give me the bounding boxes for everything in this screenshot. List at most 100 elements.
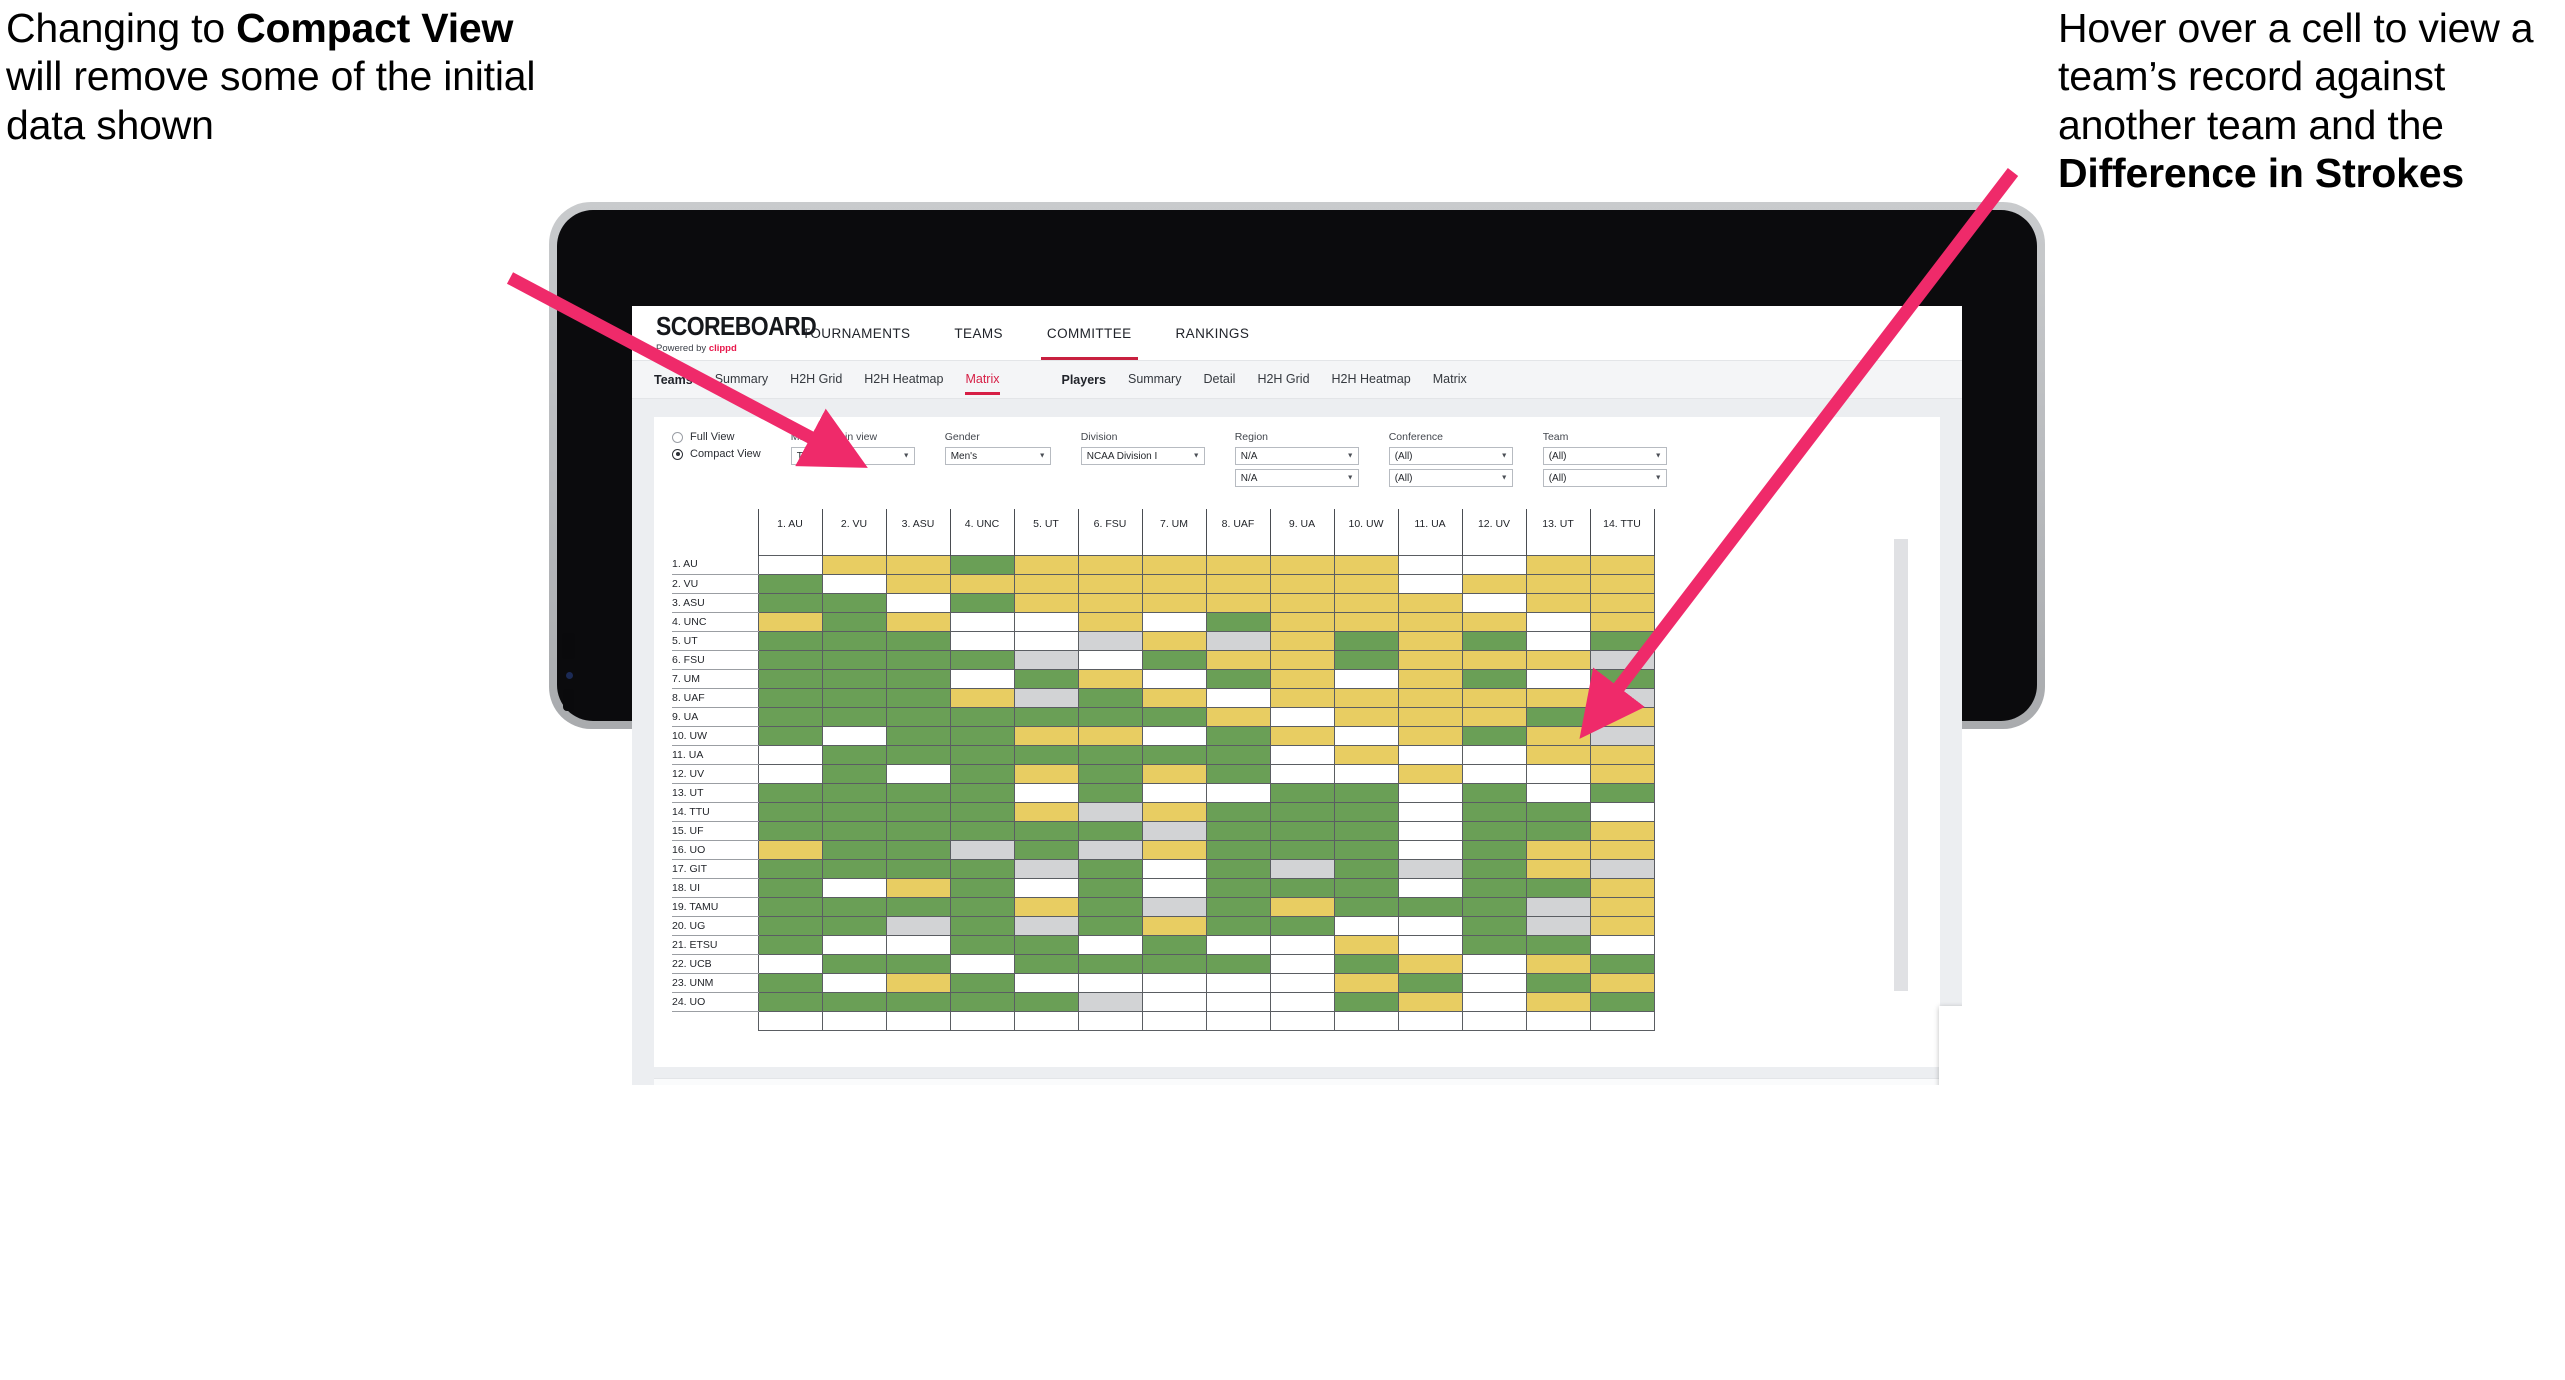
matrix-cell[interactable] — [821, 649, 887, 670]
subnav-players-h2h-grid[interactable]: H2H Grid — [1257, 372, 1309, 388]
matrix-cell[interactable] — [1525, 649, 1591, 670]
matrix-cell[interactable] — [1333, 706, 1399, 727]
topnav-committee[interactable]: COMMITTEE — [1025, 306, 1154, 360]
matrix-cell[interactable] — [949, 744, 1015, 765]
matrix-cell[interactable] — [1269, 820, 1335, 841]
matrix-cell[interactable] — [821, 668, 887, 689]
matrix-cell[interactable] — [1269, 839, 1335, 860]
matrix-cell[interactable] — [1269, 630, 1335, 651]
matrix-cell[interactable] — [1589, 649, 1655, 670]
matrix-cell[interactable] — [1269, 687, 1335, 708]
matrix-cell[interactable] — [1141, 782, 1207, 803]
matrix-cell[interactable] — [1077, 858, 1143, 879]
filter-conference-select-1[interactable]: (All) ▼ — [1388, 447, 1513, 465]
matrix-cell[interactable] — [1205, 649, 1271, 670]
matrix-cell[interactable] — [821, 972, 887, 993]
matrix-cell[interactable] — [1525, 858, 1591, 879]
matrix-cell[interactable] — [1589, 554, 1655, 575]
matrix-cell[interactable] — [1461, 953, 1527, 974]
matrix-cell[interactable] — [1461, 782, 1527, 803]
matrix-cell[interactable] — [1205, 554, 1271, 575]
matrix-cell[interactable] — [1077, 554, 1143, 575]
matrix-cell[interactable] — [949, 972, 1015, 993]
matrix-cell[interactable] — [1205, 877, 1271, 898]
matrix-cell[interactable] — [1013, 820, 1079, 841]
matrix-cell[interactable] — [1525, 820, 1591, 841]
matrix-cell[interactable] — [1141, 630, 1207, 651]
matrix-cell[interactable] — [949, 782, 1015, 803]
matrix-cell[interactable] — [1141, 763, 1207, 784]
matrix-cell[interactable] — [885, 668, 951, 689]
matrix-cell[interactable] — [1461, 877, 1527, 898]
matrix-cell[interactable] — [757, 877, 823, 898]
matrix-cell[interactable] — [1077, 934, 1143, 955]
matrix-cell[interactable] — [1077, 839, 1143, 860]
matrix-cell[interactable] — [949, 706, 1015, 727]
matrix-cell[interactable] — [1397, 896, 1463, 917]
matrix-cell[interactable] — [821, 877, 887, 898]
matrix-cell[interactable] — [1525, 611, 1591, 632]
matrix-cell[interactable] — [1589, 953, 1655, 974]
matrix-cell[interactable] — [1461, 915, 1527, 936]
matrix-cell[interactable] — [949, 725, 1015, 746]
matrix-cell[interactable] — [1077, 725, 1143, 746]
matrix-cell[interactable] — [1205, 706, 1271, 727]
matrix-cell[interactable] — [1589, 1010, 1655, 1031]
matrix-cell[interactable] — [885, 915, 951, 936]
matrix-cell[interactable] — [1077, 1010, 1143, 1031]
matrix-cell[interactable] — [1269, 782, 1335, 803]
matrix-cell[interactable] — [1461, 839, 1527, 860]
matrix-cell[interactable] — [757, 934, 823, 955]
matrix-cell[interactable] — [1205, 687, 1271, 708]
matrix-cell[interactable] — [1333, 953, 1399, 974]
matrix-cell[interactable] — [1013, 592, 1079, 613]
matrix-cell[interactable] — [821, 592, 887, 613]
matrix-cell[interactable] — [885, 782, 951, 803]
matrix-cell[interactable] — [885, 649, 951, 670]
matrix-cell[interactable] — [1525, 668, 1591, 689]
matrix-cell[interactable] — [1333, 915, 1399, 936]
matrix-cell[interactable] — [1397, 611, 1463, 632]
matrix-cell[interactable] — [1397, 687, 1463, 708]
matrix-cell[interactable] — [1461, 687, 1527, 708]
matrix-cell[interactable] — [1077, 877, 1143, 898]
matrix-cell[interactable] — [949, 934, 1015, 955]
subnav-players-detail[interactable]: Detail — [1203, 372, 1235, 388]
matrix-cell[interactable] — [1205, 991, 1271, 1012]
matrix-cell[interactable] — [885, 820, 951, 841]
matrix-cell[interactable] — [1397, 915, 1463, 936]
matrix-cell[interactable] — [1333, 896, 1399, 917]
matrix-cell[interactable] — [1333, 687, 1399, 708]
matrix-cell[interactable] — [1461, 801, 1527, 822]
matrix-cell[interactable] — [1077, 801, 1143, 822]
matrix-cell[interactable] — [1013, 801, 1079, 822]
matrix-cell[interactable] — [821, 706, 887, 727]
matrix-cell[interactable] — [1525, 554, 1591, 575]
matrix-cell[interactable] — [1461, 972, 1527, 993]
matrix-cell[interactable] — [1013, 706, 1079, 727]
matrix-cell[interactable] — [1077, 706, 1143, 727]
matrix-cell[interactable] — [1141, 668, 1207, 689]
matrix-cell[interactable] — [757, 953, 823, 974]
matrix-cell[interactable] — [757, 972, 823, 993]
matrix-cell[interactable] — [1141, 953, 1207, 974]
filter-max-teams-select[interactable]: Top 50 ▼ — [790, 447, 915, 465]
matrix-cell[interactable] — [1013, 896, 1079, 917]
matrix-cell[interactable] — [821, 801, 887, 822]
matrix-cell[interactable] — [1205, 801, 1271, 822]
matrix-cell[interactable] — [1333, 934, 1399, 955]
matrix-cell[interactable] — [885, 744, 951, 765]
matrix-cell[interactable] — [1461, 706, 1527, 727]
matrix-cell[interactable] — [1333, 858, 1399, 879]
matrix-cell[interactable] — [885, 801, 951, 822]
subnav-players-h2h-heatmap[interactable]: H2H Heatmap — [1332, 372, 1411, 388]
matrix-cell[interactable] — [1333, 820, 1399, 841]
matrix-cell[interactable] — [1525, 725, 1591, 746]
matrix-cell[interactable] — [1141, 858, 1207, 879]
filter-region-select-1[interactable]: N/A ▼ — [1234, 447, 1359, 465]
matrix-cell[interactable] — [1077, 763, 1143, 784]
matrix-cell[interactable] — [949, 592, 1015, 613]
matrix-cell[interactable] — [1461, 592, 1527, 613]
matrix-cell[interactable] — [1013, 1010, 1079, 1031]
matrix-cell[interactable] — [1397, 991, 1463, 1012]
